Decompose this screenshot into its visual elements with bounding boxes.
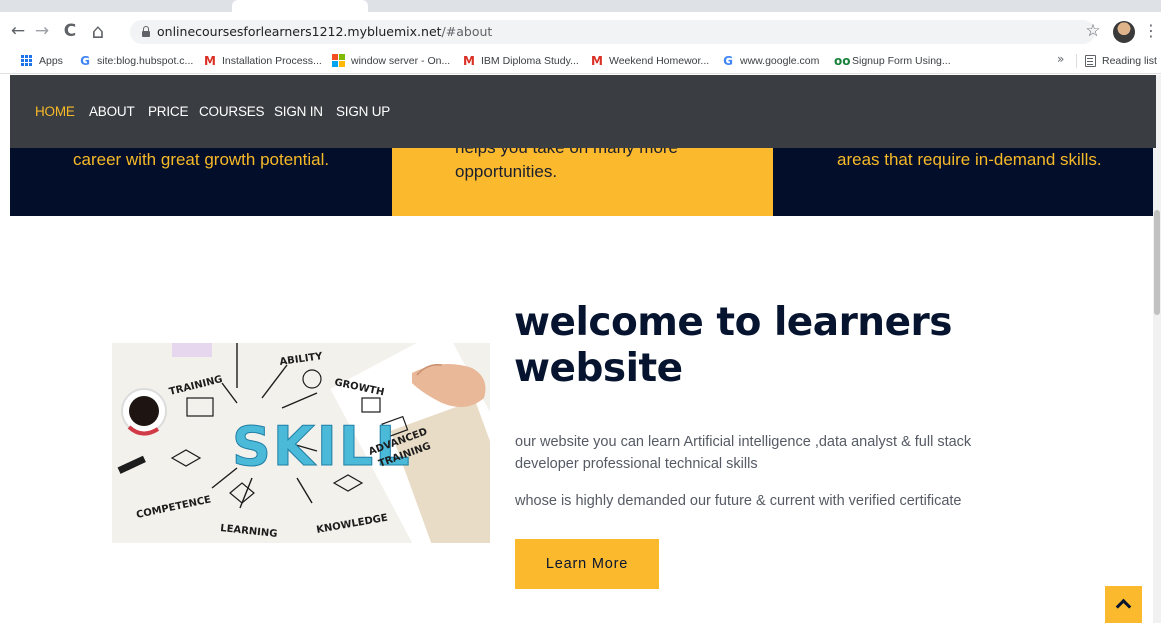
- back-to-top-button[interactable]: [1105, 586, 1142, 623]
- url-path: /#about: [441, 24, 493, 39]
- about-paragraph-1: our website you can learn Artificial int…: [515, 434, 972, 472]
- back-icon[interactable]: ←: [8, 20, 28, 42]
- reading-list-icon: [1085, 54, 1096, 67]
- feature-middle-line2: opportunities.: [455, 162, 558, 181]
- active-tab[interactable]: [232, 0, 368, 12]
- bookmarks-overflow-icon[interactable]: »: [1057, 52, 1064, 66]
- page-scrollbar[interactable]: [1153, 75, 1161, 623]
- bookmarks-bar: Apps G site:blog.hubspot.c... M Installa…: [0, 47, 1161, 74]
- home-icon[interactable]: ⌂: [88, 20, 108, 42]
- url-text[interactable]: onlinecoursesforlearners1212.mybluemix.n…: [157, 24, 492, 39]
- learn-more-button[interactable]: Learn More: [515, 539, 659, 589]
- forward-icon[interactable]: →: [32, 20, 52, 42]
- reading-list[interactable]: Reading list: [1085, 52, 1157, 69]
- bookmark-label: IBM Diploma Study...: [481, 54, 579, 67]
- nav-sign-in[interactable]: SIGN IN: [274, 104, 323, 119]
- profile-avatar[interactable]: [1113, 21, 1135, 43]
- bookmark-hubspot[interactable]: G site:blog.hubspot.c...: [79, 52, 193, 69]
- reading-list-label: Reading list: [1102, 54, 1157, 67]
- about-title: welcome to learners website: [514, 300, 1014, 392]
- nav-sign-up[interactable]: SIGN UP: [336, 104, 390, 119]
- gmail-icon: M: [463, 53, 475, 68]
- bookmark-label: site:blog.hubspot.c...: [97, 54, 194, 67]
- google-icon: G: [80, 53, 90, 68]
- bookmarks-divider: [1076, 54, 1077, 68]
- url-host: onlinecoursesforlearners1212.mybluemix.n…: [157, 24, 442, 39]
- apps-grid-icon: [21, 54, 33, 67]
- bookmark-label: window server - On...: [351, 54, 451, 67]
- feature-right-text: areas that require in-demand skills.: [837, 150, 1102, 169]
- nav-home[interactable]: HOME: [35, 104, 75, 119]
- address-bar[interactable]: onlinecoursesforlearners1212.mybluemix.n…: [130, 20, 1095, 44]
- browser-menu-icon[interactable]: ⋮: [1143, 20, 1159, 42]
- page-viewport: career with great growth potential. help…: [0, 75, 1161, 623]
- nav-about[interactable]: ABOUT: [89, 104, 135, 119]
- bookmark-google[interactable]: G www.google.com: [722, 52, 819, 69]
- browser-chrome: ← → C ⌂ onlinecoursesforlearners1212.myb…: [0, 0, 1161, 47]
- bookmark-apps[interactable]: Apps: [21, 52, 63, 69]
- bookmark-label: Installation Process...: [222, 54, 322, 67]
- chevron-up-icon: [1115, 598, 1132, 615]
- bookmark-label: www.google.com: [740, 54, 820, 67]
- address-row: ← → C ⌂ onlinecoursesforlearners1212.myb…: [0, 18, 1161, 46]
- glasses-icon: oo: [834, 53, 851, 68]
- lock-icon[interactable]: [142, 26, 150, 37]
- skill-illustration: ABILITY TRAINING GROWTH SKILL ADVANCED T…: [112, 343, 490, 543]
- scrollbar-thumb[interactable]: [1154, 210, 1160, 315]
- tab-strip: [0, 0, 1161, 12]
- bookmark-label: Signup Form Using...: [852, 54, 951, 67]
- bookmark-installation[interactable]: M Installation Process...: [204, 52, 322, 69]
- bookmark-signup-form[interactable]: oo Signup Form Using...: [834, 52, 951, 69]
- reload-icon[interactable]: C: [60, 20, 80, 42]
- bookmark-window-server[interactable]: window server - On...: [332, 52, 450, 69]
- bookmark-star-icon[interactable]: ☆: [1083, 20, 1103, 42]
- bookmark-label: Apps: [39, 54, 63, 67]
- about-paragraph-2: whose is highly demanded our future & cu…: [515, 493, 962, 509]
- skill-illustration-svg: ABILITY TRAINING GROWTH SKILL ADVANCED T…: [112, 343, 490, 543]
- gmail-icon: M: [204, 53, 216, 68]
- site-navbar: HOME ABOUT PRICE COURSES SIGN IN SIGN UP: [10, 75, 1156, 148]
- microsoft-icon: [332, 54, 345, 67]
- bookmark-ibm-diploma[interactable]: M IBM Diploma Study...: [463, 52, 579, 69]
- feature-left-text: career with great growth potential.: [73, 150, 330, 169]
- google-icon: G: [723, 53, 733, 68]
- about-title-line2: website: [514, 346, 683, 391]
- nav-courses[interactable]: COURSES: [199, 104, 265, 119]
- gmail-icon: M: [591, 53, 603, 68]
- bookmark-label: Weekend Homewor...: [609, 54, 710, 67]
- nav-price[interactable]: PRICE: [148, 104, 188, 119]
- about-title-line1: welcome to learners: [514, 300, 952, 345]
- bookmark-weekend[interactable]: M Weekend Homewor...: [591, 52, 709, 69]
